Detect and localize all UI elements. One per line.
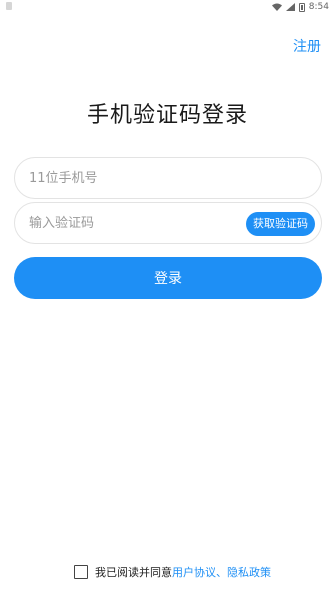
code-input[interactable] xyxy=(15,203,215,243)
code-field: 获取验证码 xyxy=(14,202,322,244)
register-link[interactable]: 注册 xyxy=(293,36,321,56)
notification-icon xyxy=(6,2,12,10)
phone-input[interactable] xyxy=(15,158,215,198)
battery-icon xyxy=(298,2,305,12)
phone-field xyxy=(14,157,322,199)
privacy-policy-link[interactable]: 隐私政策 xyxy=(227,564,271,580)
status-bar: 8:54 xyxy=(0,0,335,14)
get-code-button[interactable]: 获取验证码 xyxy=(246,212,315,236)
agreement-text: 我已阅读并同意 xyxy=(95,566,172,579)
signal-icon xyxy=(285,3,295,11)
user-agreement-link[interactable]: 用户协议 xyxy=(172,564,216,580)
agree-checkbox[interactable] xyxy=(74,565,88,579)
status-time: 8:54 xyxy=(308,2,329,12)
wifi-icon xyxy=(271,3,282,11)
page-title: 手机验证码登录 xyxy=(86,103,248,128)
agreement-row: 我已阅读并同意 用户协议 、 隐私政策 xyxy=(74,564,271,580)
agreement-separator: 、 xyxy=(216,566,227,579)
login-button[interactable]: 登录 xyxy=(14,257,322,299)
status-icons: 8:54 xyxy=(271,0,329,14)
